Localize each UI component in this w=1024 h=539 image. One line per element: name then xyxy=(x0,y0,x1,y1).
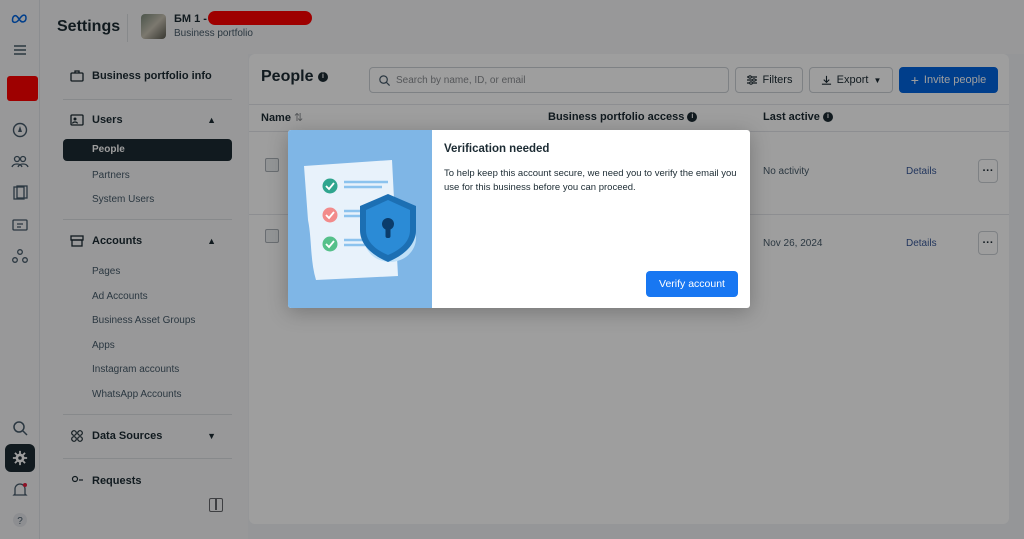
dialog-title: Verification needed xyxy=(444,143,550,155)
security-illustration xyxy=(288,130,432,308)
dialog-body: To help keep this account secure, we nee… xyxy=(444,168,737,193)
shield-document-icon xyxy=(304,160,416,280)
verification-dialog: Verification needed To help keep this ac… xyxy=(288,130,750,308)
verify-account-button[interactable]: Verify account xyxy=(646,271,738,297)
